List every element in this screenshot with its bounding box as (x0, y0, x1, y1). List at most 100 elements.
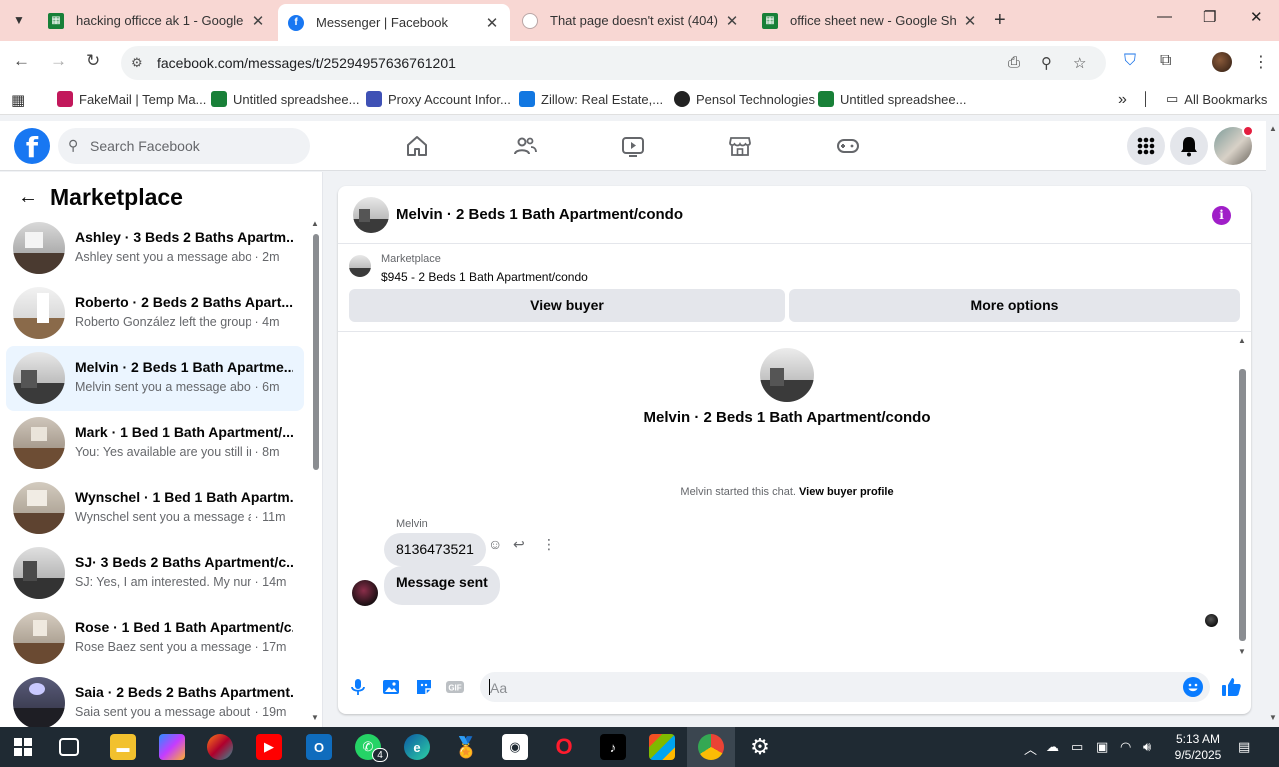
tab-close-icon[interactable]: ✕ (250, 12, 266, 30)
outlook-icon[interactable]: O (306, 734, 332, 760)
tiktok-icon[interactable]: ♪ (600, 734, 626, 760)
more-actions-icon[interactable]: ⋮ (542, 536, 556, 553)
page-scroll-up-icon[interactable]: ▲ (1269, 124, 1277, 133)
ms-store-icon[interactable] (649, 734, 675, 760)
video-icon[interactable] (620, 134, 646, 158)
chrome-icon[interactable] (698, 734, 724, 760)
tab-close-icon[interactable]: ✕ (724, 12, 740, 30)
incoming-message-bubble[interactable]: 8136473521 (384, 533, 486, 566)
thumbs-up-icon[interactable] (1220, 676, 1242, 698)
medal-icon[interactable]: 🏅 (453, 734, 479, 760)
microphone-icon[interactable] (348, 677, 368, 697)
info-icon[interactable]: i (1212, 206, 1231, 225)
home-icon[interactable] (404, 134, 430, 158)
tab-close-icon[interactable]: ✕ (962, 12, 978, 30)
reload-icon[interactable]: ↻ (86, 51, 100, 71)
extensions-icon[interactable]: ⧉ (1160, 52, 1171, 70)
conversation-list-scrollbar[interactable] (313, 234, 319, 470)
thread-scroll-up-icon[interactable]: ▲ (1238, 336, 1246, 345)
back-icon[interactable]: ← (13, 51, 30, 71)
conversation-item[interactable]: Roberto · 2 Beds 2 Baths Apart... Robert… (6, 281, 304, 346)
more-options-button[interactable]: More options (789, 289, 1240, 322)
view-buyer-button[interactable]: View buyer (349, 289, 785, 322)
settings-gear-icon[interactable]: ⚙ (747, 734, 773, 760)
bookmark-fakemail[interactable]: FakeMail | Temp Ma... (57, 91, 206, 107)
bookmark-pensol[interactable]: Pensol Technologies (674, 91, 815, 107)
app-box-icon[interactable]: ◉ (502, 734, 528, 760)
conversation-item[interactable]: Mark · 1 Bed 1 Bath Apartment/... You: Y… (6, 411, 304, 476)
reply-icon[interactable]: ↩ (513, 536, 525, 553)
bookmark-zillow[interactable]: Zillow: Real Estate,... (519, 91, 663, 107)
outgoing-message-bubble[interactable]: Message sent (384, 566, 500, 605)
browser-tab-office-sheet[interactable]: ▦ office sheet new - Google Sheet ✕ (752, 4, 988, 37)
edge-icon[interactable]: e (404, 734, 430, 760)
notifications-button[interactable] (1170, 127, 1208, 165)
battery-icon[interactable]: ▭ (1071, 739, 1083, 755)
react-emoji-icon[interactable]: ☺ (488, 536, 502, 552)
tray-chevron-icon[interactable]: ︿ (1024, 739, 1037, 758)
account-avatar[interactable] (1214, 125, 1254, 165)
all-bookmarks-button[interactable]: ▭ All Bookmarks (1166, 91, 1267, 107)
conversation-item[interactable]: Ashley · 3 Beds 2 Baths Apartm... Ashley… (6, 216, 304, 281)
view-buyer-profile-link[interactable]: View buyer profile (799, 486, 894, 498)
listing-price[interactable]: $945 - 2 Beds 1 Bath Apartment/condo (381, 270, 588, 284)
conversation-item[interactable]: Wynschel · 1 Bed 1 Bath Apartm... Wynsch… (6, 476, 304, 541)
window-close-icon[interactable]: ✕ (1250, 8, 1263, 26)
bookmark-proxy-account[interactable]: Proxy Account Infor... (366, 91, 511, 107)
page-scrollbar[interactable]: ▲ ▼ (1266, 121, 1279, 727)
restore-icon[interactable]: ❐ (1203, 8, 1216, 26)
file-explorer-icon[interactable]: ▬ (110, 734, 136, 760)
notification-center-icon[interactable]: ▤ (1238, 739, 1250, 755)
onedrive-icon[interactable]: ☁ (1046, 739, 1059, 755)
new-tab-button[interactable]: + (994, 9, 1006, 32)
colorful-app-icon[interactable] (207, 734, 233, 760)
facebook-search-input[interactable]: ⚲ Search Facebook (58, 128, 310, 164)
back-arrow-icon[interactable]: ← (18, 186, 38, 209)
copilot-icon[interactable] (159, 734, 185, 760)
emoji-icon[interactable] (1183, 677, 1203, 697)
conversation-item[interactable]: Rose · 1 Bed 1 Bath Apartment/c... Rose … (6, 606, 304, 671)
more-bookmarks-icon[interactable]: » (1118, 91, 1127, 109)
shield-extension-icon[interactable]: ⛉ (1124, 52, 1136, 70)
browser-tab-messenger[interactable]: f Messenger | Facebook ✕ (278, 4, 510, 41)
scroll-down-arrow-icon[interactable]: ▼ (311, 713, 319, 722)
apps-grid-icon[interactable]: ▦ (11, 91, 25, 109)
browser-tab-hacking-sheet[interactable]: ▦ hacking officce ak 1 - Google Sh ✕ (38, 4, 276, 37)
chat-header-title[interactable]: Melvin · 2 Beds 1 Bath Apartment/condo (396, 206, 683, 223)
clock[interactable]: 5:13 AM 9/5/2025 (1168, 731, 1228, 763)
chat-header-thumbnail[interactable] (353, 197, 389, 233)
browser-profile-avatar[interactable] (1212, 52, 1232, 72)
marketplace-icon[interactable] (727, 134, 753, 158)
tab-close-icon[interactable]: ✕ (484, 14, 500, 32)
bookmark-untitled-sheet-1[interactable]: Untitled spreadshee... (211, 91, 359, 107)
bookmark-star-icon[interactable]: ☆ (1073, 54, 1086, 72)
page-scroll-down-icon[interactable]: ▼ (1269, 713, 1277, 722)
thread-scroll-down-icon[interactable]: ▼ (1238, 647, 1246, 656)
address-bar[interactable]: ⚙ facebook.com/messages/t/25294957636761… (121, 46, 1106, 80)
minimize-icon[interactable]: — (1157, 8, 1172, 25)
windows-start-icon[interactable] (14, 738, 32, 756)
menu-grid-button[interactable] (1127, 127, 1165, 165)
thread-scrollbar[interactable] (1239, 369, 1246, 641)
gaming-icon[interactable] (835, 134, 861, 158)
youtube-icon[interactable]: ▶ (256, 734, 282, 760)
menu-dots-icon[interactable]: ⋮ (1253, 52, 1269, 72)
bookmark-untitled-sheet-2[interactable]: Untitled spreadshee... (818, 91, 966, 107)
device-icon[interactable]: ▣ (1096, 739, 1108, 755)
sticker-icon[interactable] (414, 677, 434, 697)
volume-icon[interactable]: 🔊︎ (1143, 739, 1151, 755)
zoom-icon[interactable]: ⚲ (1041, 54, 1052, 72)
message-input[interactable]: Aa (480, 672, 1210, 702)
browser-tab-404[interactable]: That page doesn't exist (404) - F ✕ (512, 4, 750, 37)
friends-icon[interactable] (512, 134, 538, 158)
wifi-icon[interactable]: ◠ (1120, 739, 1131, 755)
url-text[interactable]: facebook.com/messages/t/2529495763676120… (157, 55, 456, 71)
site-info-icon[interactable]: ⚙ (131, 55, 143, 71)
forward-icon[interactable]: → (50, 51, 67, 71)
photo-icon[interactable] (381, 677, 401, 697)
scroll-up-arrow-icon[interactable]: ▲ (311, 219, 319, 228)
tab-search-dropdown-icon[interactable]: ▼ (6, 8, 32, 32)
install-app-icon[interactable]: ⎙ (1008, 54, 1020, 71)
task-view-icon[interactable] (59, 738, 79, 756)
facebook-logo-icon[interactable]: f (14, 128, 50, 164)
